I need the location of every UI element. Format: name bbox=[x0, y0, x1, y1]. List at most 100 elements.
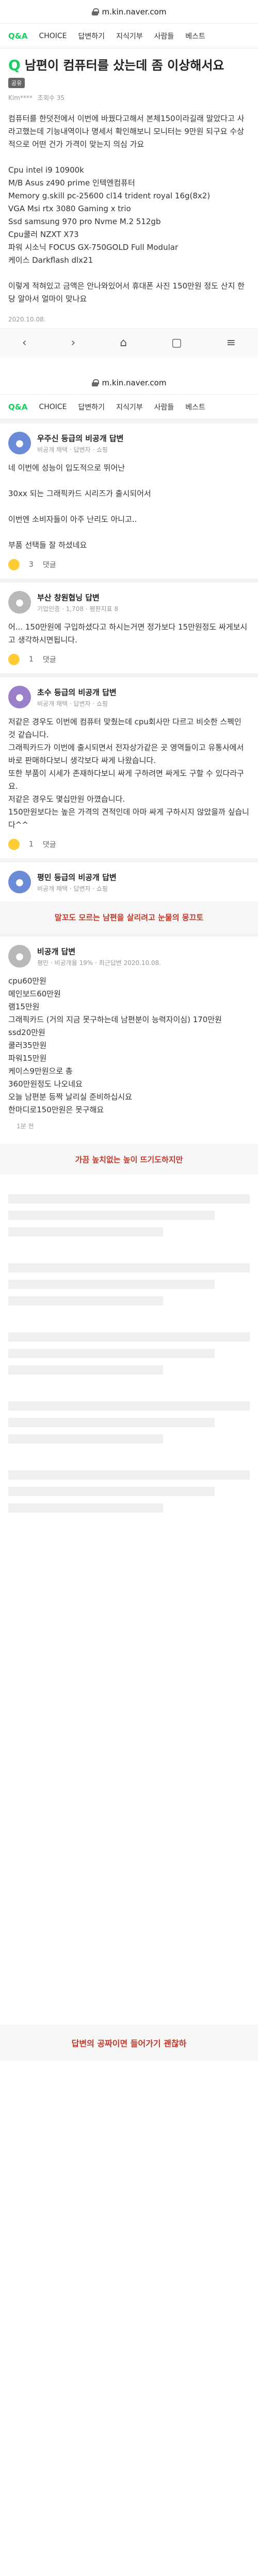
answer-sub: 평민 · 비공개율 19% · 최근답변 2020.10.08. bbox=[37, 959, 162, 967]
comment-line bbox=[8, 1470, 250, 1480]
answer-card: ● 초수 등급의 비공개 답변 비공개 채택 · 답변자 · 쇼핑 저같은 경우… bbox=[0, 673, 258, 858]
tab-donate[interactable]: 지식기부 bbox=[116, 31, 143, 41]
url-text: m.kin.naver.com bbox=[102, 378, 167, 387]
answer-card: ● 우주신 등급의 비공개 답변 비공개 채택 · 답변자 · 쇼핑 네 이번에… bbox=[0, 419, 258, 579]
answer-reactions: 1 댓글 bbox=[8, 839, 250, 850]
comment-line bbox=[8, 1401, 250, 1411]
answer-header: ● 비공개 답변 평민 · 비공개율 19% · 최근답변 2020.10.08… bbox=[8, 945, 250, 968]
answer-card: ● 평민 등급의 비공개 답변 비공개 채택 · 답변자 · 쇼핑 bbox=[0, 858, 258, 902]
caption-banner: 말꼬도 모르는 남편을 살리려고 눈물의 몽끄토 bbox=[0, 902, 258, 933]
answer-sub: 비공개 채택 · 답변자 · 쇼핑 bbox=[37, 885, 108, 892]
answers-page: m.kin.naver.com Q&A CHOICE 답변하기 지식기부 사람들… bbox=[0, 371, 258, 902]
detail-answer: ● 비공개 답변 평민 · 비공개율 19% · 최근답변 2020.10.08… bbox=[0, 933, 258, 1144]
caption-footer: 답변의 공짜이면 들어가기 괜찮하 bbox=[0, 2025, 258, 2061]
answer-header: ● 부산 창원협닝 답변 기업인증 · 1,708 · 평판지표 8 bbox=[8, 591, 250, 614]
avatar: ● bbox=[8, 945, 31, 968]
comment-line bbox=[8, 1349, 215, 1358]
question-views: 조회수 35 bbox=[37, 94, 65, 101]
question-title-row: Q 남편이 컴퓨터를 샀는데 좀 이상해서요 bbox=[0, 48, 258, 77]
answer-header: ● 우주신 등급의 비공개 답변 비공개 채택 · 답변자 · 쇼핑 bbox=[8, 432, 250, 454]
comment-button[interactable]: 댓글 bbox=[43, 839, 56, 850]
tabs-icon[interactable]: ▢ bbox=[171, 336, 182, 349]
question-meta: Kim**** 조회수 35 bbox=[0, 88, 258, 107]
menu-icon[interactable]: ≡ bbox=[227, 336, 236, 349]
answer-author: 초수 등급의 비공개 답변 bbox=[37, 687, 117, 697]
question-tag: 공유 bbox=[8, 78, 25, 88]
reaction-count: 1 bbox=[29, 655, 34, 664]
answer-reactions: 1 댓글 bbox=[8, 654, 250, 665]
comment-feed bbox=[0, 1175, 258, 2025]
comment-line bbox=[8, 1503, 163, 1513]
answer-card: ● 비공개 답변 평민 · 비공개율 19% · 최근답변 2020.10.08… bbox=[0, 933, 258, 1144]
question-body: 컴퓨터를 한덧전에서 이번에 바꿨다고해서 본체150이라길래 말았다고 사라고… bbox=[8, 114, 245, 303]
answer-header: ● 평민 등급의 비공개 답변 비공개 채택 · 답변자 · 쇼핑 bbox=[8, 871, 250, 893]
screenshot: m.kin.naver.com Q&A CHOICE 답변하기 지식기부 사람들… bbox=[0, 0, 258, 2061]
comment-line bbox=[8, 1365, 163, 1375]
lock-icon bbox=[91, 379, 99, 386]
answer-card: ● 부산 창원협닝 답변 기업인증 · 1,708 · 평판지표 8 어... … bbox=[0, 579, 258, 673]
answer-author: 우주신 등급의 비공개 답변 bbox=[37, 433, 124, 443]
avatar: ● bbox=[8, 686, 31, 708]
emoji-icon[interactable] bbox=[8, 839, 20, 850]
question-author: Kim**** bbox=[8, 94, 33, 101]
tab-answer[interactable]: 답변하기 bbox=[78, 31, 105, 41]
nav-tabs: Q&A CHOICE 답변하기 지식기부 사람들 베스트 bbox=[0, 24, 258, 48]
avatar: ● bbox=[8, 432, 31, 454]
answer-body: 저같은 경우도 이번에 컴퓨터 맞췄는데 cpu회사만 다르고 비슷한 스펙인 … bbox=[8, 717, 249, 829]
comment-line bbox=[8, 1227, 163, 1236]
emoji-icon[interactable] bbox=[8, 559, 20, 570]
comment-line bbox=[8, 1263, 250, 1273]
nav-tabs-2: Q&A CHOICE 답변하기 지식기부 사람들 베스트 bbox=[0, 395, 258, 419]
question-title: 남편이 컴퓨터를 샀는데 좀 이상해서요 bbox=[24, 58, 224, 73]
url-bar[interactable]: m.kin.naver.com bbox=[0, 0, 258, 24]
avatar: ● bbox=[8, 871, 31, 893]
lock-icon bbox=[91, 8, 99, 15]
tab-best[interactable]: 베스트 bbox=[185, 31, 205, 41]
tab-best[interactable]: 베스트 bbox=[185, 402, 205, 412]
answer-body: 어... 150만원에 구입하셨다고 하시는거면 정가보다 15만원정도 싸게보… bbox=[8, 622, 248, 645]
answer-author: 부산 창원협닝 답변 bbox=[37, 592, 100, 602]
tab-choice[interactable]: CHOICE bbox=[39, 403, 67, 411]
comment-line bbox=[8, 1194, 250, 1204]
reaction-count: 1 bbox=[29, 840, 34, 849]
comment-line bbox=[8, 1434, 163, 1444]
answer-author: 비공개 답변 bbox=[37, 946, 76, 956]
avatar: ● bbox=[8, 591, 31, 614]
emoji-icon[interactable] bbox=[8, 654, 20, 665]
tab-people[interactable]: 사람들 bbox=[154, 402, 174, 412]
question-page: m.kin.naver.com Q&A CHOICE 답변하기 지식기부 사람들… bbox=[0, 0, 258, 371]
tab-qna[interactable]: Q&A bbox=[8, 402, 27, 412]
url-bar-2[interactable]: m.kin.naver.com bbox=[0, 371, 258, 395]
tab-answer[interactable]: 답변하기 bbox=[78, 402, 105, 412]
browser-toolbar: ‹ › ⌂ ▢ ≡ bbox=[0, 328, 258, 357]
answer-author: 평민 등급의 비공개 답변 bbox=[37, 872, 117, 882]
answer-reactions: 3 댓글 bbox=[8, 559, 250, 570]
answer-sub: 기업인증 · 1,708 · 평판지표 8 bbox=[37, 605, 119, 613]
comment-line bbox=[8, 1211, 215, 1220]
tab-people[interactable]: 사람들 bbox=[154, 31, 174, 41]
comment-button[interactable]: 댓글 bbox=[43, 654, 56, 665]
forward-icon[interactable]: › bbox=[71, 336, 76, 349]
answer-body: cpu60만원 메인보드60만원 램15만원 그래픽카드 (거의 지금 못구하는… bbox=[8, 976, 222, 1114]
comment-line bbox=[8, 1280, 215, 1289]
answer-time: 1분 전 bbox=[17, 1123, 34, 1130]
caption-banner: 가끔 높치없는 높이 뜨기도하지만 bbox=[0, 1144, 258, 1175]
comment-button[interactable]: 댓글 bbox=[43, 560, 56, 570]
home-icon[interactable]: ⌂ bbox=[120, 336, 127, 349]
answer-header: ● 초수 등급의 비공개 답변 비공개 채택 · 답변자 · 쇼핑 bbox=[8, 686, 250, 708]
tab-donate[interactable]: 지식기부 bbox=[116, 402, 143, 412]
question-badge: Q bbox=[8, 57, 21, 74]
comment-line bbox=[8, 1296, 163, 1306]
answer-body: 네 이번에 성능이 입도적으로 뛰어난 30xx 되는 그래픽카드 시리즈가 출… bbox=[8, 463, 151, 550]
back-icon[interactable]: ‹ bbox=[22, 336, 27, 349]
comment-line bbox=[8, 1418, 215, 1427]
comment-line bbox=[8, 1487, 215, 1496]
comment-line bbox=[8, 1332, 250, 1342]
tab-choice[interactable]: CHOICE bbox=[39, 32, 67, 40]
tab-qna[interactable]: Q&A bbox=[8, 31, 27, 41]
